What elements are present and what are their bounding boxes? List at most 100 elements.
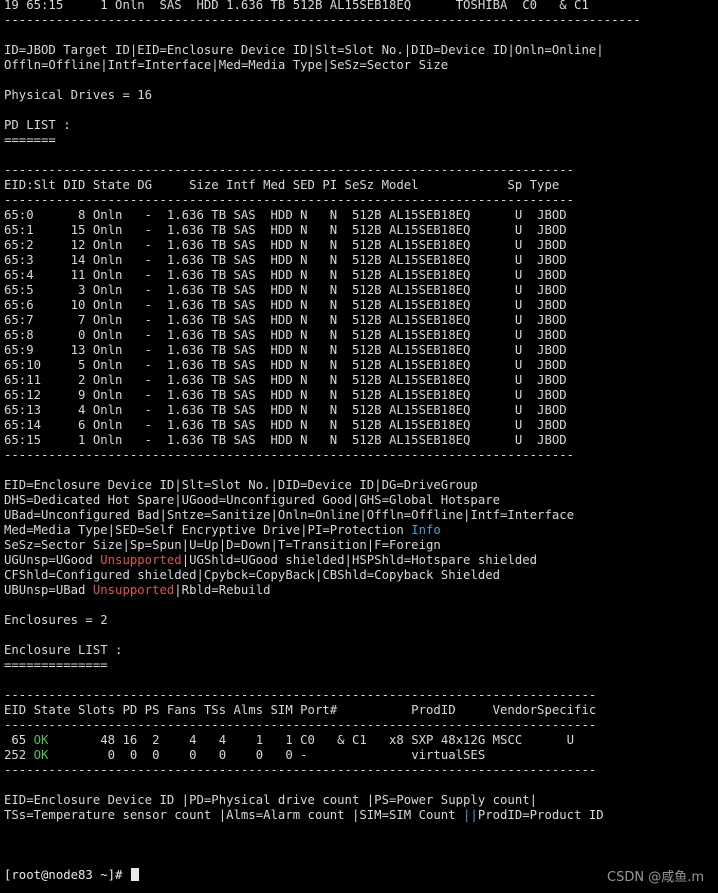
- terminal-line: Physical Drives = 16: [4, 88, 716, 103]
- terminal-line: 65:11 2 Onln - 1.636 TB SAS HDD N N 512B…: [4, 373, 716, 388]
- terminal-text: 65:12 9 Onln - 1.636 TB SAS HDD N N 512B…: [4, 388, 567, 402]
- terminal-text: EID=Enclosure Device ID |PD=Physical dri…: [4, 793, 538, 807]
- terminal-text: EID=Enclosure Device ID|Slt=Slot No.|DID…: [4, 478, 478, 492]
- terminal-line: 65:1 15 Onln - 1.636 TB SAS HDD N N 512B…: [4, 223, 716, 238]
- terminal-text: 65:8 0 Onln - 1.636 TB SAS HDD N N 512B …: [4, 328, 567, 342]
- terminal-line: 65:12 9 Onln - 1.636 TB SAS HDD N N 512B…: [4, 388, 716, 403]
- terminal-line: EID=Enclosure Device ID|Slt=Slot No.|DID…: [4, 478, 716, 493]
- terminal-line: SeSz=Sector Size|Sp=Spun|U=Up|D=Down|T=T…: [4, 538, 716, 553]
- terminal-text: Enclosures = 2: [4, 613, 108, 627]
- terminal-line: ----------------------------------------…: [4, 688, 716, 703]
- terminal-text: EID:Slt DID State DG Size Intf Med SED P…: [4, 178, 560, 192]
- terminal-line: 65:9 13 Onln - 1.636 TB SAS HDD N N 512B…: [4, 343, 716, 358]
- terminal-output[interactable]: 19 65:15 1 Onln SAS HDD 1.636 TB 512B AL…: [4, 0, 716, 883]
- terminal-text: 65:0 8 Onln - 1.636 TB SAS HDD N N 512B …: [4, 208, 567, 222]
- terminal-line: Offln=Offline|Intf=Interface|Med=Media T…: [4, 58, 716, 73]
- terminal-text: Physical Drives = 16: [4, 88, 153, 102]
- terminal-line: UBad=Unconfigured Bad|Sntze=Sanitize|Onl…: [4, 508, 716, 523]
- terminal-line: 65:7 7 Onln - 1.636 TB SAS HDD N N 512B …: [4, 313, 716, 328]
- terminal-text: ProdID=Product ID: [477, 808, 604, 822]
- terminal-line: ----------------------------------------…: [4, 163, 716, 178]
- terminal-text: 65:9 13 Onln - 1.636 TB SAS HDD N N 512B…: [4, 343, 567, 357]
- terminal-line: 252 OK 0 0 0 0 0 0 0 - virtualSES: [4, 748, 716, 763]
- terminal-text: UGUnsp=UGood: [4, 553, 101, 567]
- terminal-text: CFShld=Configured shielded|Cpybck=CopyBa…: [4, 568, 501, 582]
- terminal-text: 65:1 15 Onln - 1.636 TB SAS HDD N N 512B…: [4, 223, 567, 237]
- terminal-line: 65:15 1 Onln - 1.636 TB SAS HDD N N 512B…: [4, 433, 716, 448]
- terminal-line: Enclosures = 2: [4, 613, 716, 628]
- terminal-line: 65:3 14 Onln - 1.636 TB SAS HDD N N 512B…: [4, 253, 716, 268]
- terminal-text: OK: [33, 733, 49, 747]
- terminal-text: 65:14 6 Onln - 1.636 TB SAS HDD N N 512B…: [4, 418, 567, 432]
- terminal-text: DHS=Dedicated Hot Spare|UGood=Unconfigur…: [4, 493, 501, 507]
- terminal-line: ID=JBOD Target ID|EID=Enclosure Device I…: [4, 43, 716, 58]
- terminal-line: DHS=Dedicated Hot Spare|UGood=Unconfigur…: [4, 493, 716, 508]
- terminal-line: PD LIST :: [4, 118, 716, 133]
- terminal-line: 65:4 11 Onln - 1.636 TB SAS HDD N N 512B…: [4, 268, 716, 283]
- terminal-text: 0 0 0 0 0 0 0 - virtualSES: [48, 748, 486, 762]
- terminal-text: ----------------------------------------…: [4, 688, 597, 702]
- terminal-text: ----------------------------------------…: [4, 718, 597, 732]
- terminal-text: EID State Slots PD PS Fans TSs Alms SIM …: [4, 703, 597, 717]
- csdn-watermark: CSDN @咸鱼.m: [607, 870, 704, 885]
- terminal-text: 65:15 1 Onln - 1.636 TB SAS HDD N N 512B…: [4, 433, 567, 447]
- terminal-text: Offln=Offline|Intf=Interface|Med=Media T…: [4, 58, 449, 72]
- terminal-text: ||: [463, 808, 478, 822]
- shell-prompt: [root@node83 ~]#: [4, 868, 130, 882]
- terminal-text: Unsupported: [92, 583, 175, 597]
- terminal-text: 65:5 3 Onln - 1.636 TB SAS HDD N N 512B …: [4, 283, 567, 297]
- terminal-line: ----------------------------------------…: [4, 718, 716, 733]
- terminal-line: 65:2 12 Onln - 1.636 TB SAS HDD N N 512B…: [4, 238, 716, 253]
- terminal-line: UGUnsp=UGood Unsupported|UGShld=UGood sh…: [4, 553, 716, 568]
- terminal-text: ----------------------------------------…: [4, 13, 641, 27]
- terminal-text: 65:7 7 Onln - 1.636 TB SAS HDD N N 512B …: [4, 313, 567, 327]
- terminal-text: =======: [4, 133, 56, 147]
- terminal-line: 65:8 0 Onln - 1.636 TB SAS HDD N N 512B …: [4, 328, 716, 343]
- terminal-text: SeSz=Sector Size|Sp=Spun|U=Up|D=Down|T=T…: [4, 538, 441, 552]
- terminal-line: CFShld=Configured shielded|Cpybck=CopyBa…: [4, 568, 716, 583]
- terminal-line: 65:14 6 Onln - 1.636 TB SAS HDD N N 512B…: [4, 418, 716, 433]
- terminal-line: EID State Slots PD PS Fans TSs Alms SIM …: [4, 703, 716, 718]
- terminal-line: 65 OK 48 16 2 4 4 1 1 C0 & C1 x8 SXP 48x…: [4, 733, 716, 748]
- terminal-text: 48 16 2 4 4 1 1 C0 & C1 x8 SXP 48x12G MS…: [48, 733, 575, 747]
- terminal-text: TSs=Temperature sensor count |Alms=Alarm…: [4, 808, 464, 822]
- terminal-text: 65: [4, 733, 34, 747]
- terminal-text: ----------------------------------------…: [4, 163, 575, 177]
- terminal-line: ----------------------------------------…: [4, 13, 716, 28]
- terminal-text: Unsupported: [100, 553, 182, 567]
- terminal-line: UBUnsp=UBad Unsupported|Rbld=Rebuild: [4, 583, 716, 598]
- terminal-text: UBUnsp=UBad: [4, 583, 93, 597]
- terminal-line: ----------------------------------------…: [4, 763, 716, 778]
- terminal-text: 65:6 10 Onln - 1.636 TB SAS HDD N N 512B…: [4, 298, 567, 312]
- terminal-text: PD LIST :: [4, 118, 71, 132]
- terminal-text: 65:13 4 Onln - 1.636 TB SAS HDD N N 512B…: [4, 403, 567, 417]
- terminal-text: ----------------------------------------…: [4, 763, 597, 777]
- terminal-text: Enclosure LIST :: [4, 643, 123, 657]
- terminal-line: ==============: [4, 658, 716, 673]
- terminal-text: Med=Media Type|SED=Self Encryptive Drive…: [4, 523, 412, 537]
- terminal-line: 65:5 3 Onln - 1.636 TB SAS HDD N N 512B …: [4, 283, 716, 298]
- terminal-line: Enclosure LIST :: [4, 643, 716, 658]
- terminal-line: ----------------------------------------…: [4, 448, 716, 463]
- terminal-text: ----------------------------------------…: [4, 448, 575, 462]
- terminal-line: 65:6 10 Onln - 1.636 TB SAS HDD N N 512B…: [4, 298, 716, 313]
- terminal-text: 65:3 14 Onln - 1.636 TB SAS HDD N N 512B…: [4, 253, 567, 267]
- terminal-line: 65:10 5 Onln - 1.636 TB SAS HDD N N 512B…: [4, 358, 716, 373]
- terminal-line: ----------------------------------------…: [4, 193, 716, 208]
- terminal-text: Info: [411, 523, 441, 537]
- terminal-text: ID=JBOD Target ID|EID=Enclosure Device I…: [4, 43, 604, 57]
- terminal-text: 65:2 12 Onln - 1.636 TB SAS HDD N N 512B…: [4, 238, 567, 252]
- terminal-line: =======: [4, 133, 716, 148]
- terminal-text: |Rbld=Rebuild: [174, 583, 271, 597]
- terminal-text: UBad=Unconfigured Bad|Sntze=Sanitize|Onl…: [4, 508, 575, 522]
- terminal-line: TSs=Temperature sensor count |Alms=Alarm…: [4, 808, 716, 823]
